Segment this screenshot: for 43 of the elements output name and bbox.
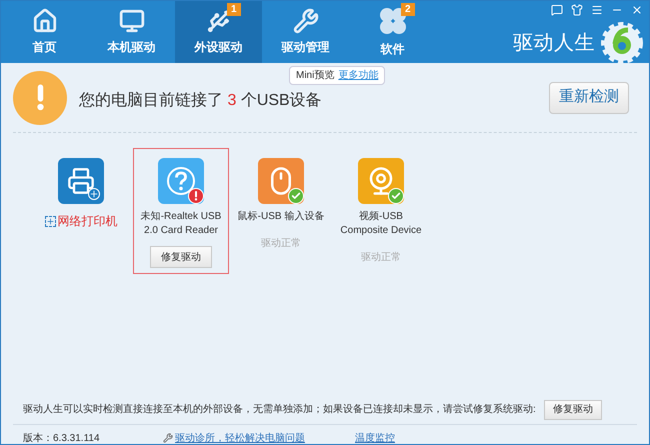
device-name: 未知-Realtek USB 2.0 Card Reader [140,210,222,238]
more-features-link[interactable]: 更多功能 [338,68,378,83]
usb-plug-icon [206,8,232,34]
add-icon[interactable] [44,216,56,226]
rescan-button[interactable]: 重新检测 [549,82,629,114]
mouse-icon[interactable] [258,158,304,204]
webcam-icon[interactable] [358,158,404,204]
version-text: 版本：6.3.31.114 [23,432,101,444]
feedback-icon[interactable] [551,4,563,16]
monitor-icon [118,8,144,34]
skin-icon[interactable] [571,4,583,16]
wrench-icon [163,433,173,443]
tools-icon [292,8,318,34]
selected-device-card[interactable]: 未知-Realtek USB 2.0 Card Reader 修复驱动 [133,148,229,274]
device-name: 视频-USB Composite Device [339,210,423,238]
menu-icon[interactable] [591,4,603,16]
nav-tab[interactable]: 驱动管理 [262,1,349,63]
device-card[interactable]: 鼠标-USB 输入设备 驱动正常 [233,148,329,274]
nav-tab[interactable]: 外设驱动 1 [175,1,262,63]
device-card[interactable]: 网络打印机 [33,148,129,274]
home-icon [32,8,58,34]
driver-status: 驱动正常 [261,236,301,251]
temperature-link[interactable]: 温度监控 [355,430,395,444]
device-name: 鼠标-USB 输入设备 [236,210,326,224]
nav-tab[interactable]: 软件 2 [349,1,436,63]
count-badge: 1 [227,3,241,16]
brand-name: 驱动人生 [513,31,595,56]
tooltip-text: Mini预览 [296,69,334,83]
repair-system-button[interactable]: 修复驱动 [544,400,602,420]
nav-tab[interactable]: 本机驱动 [88,1,175,63]
warning-icon [13,70,67,124]
driver-status: 驱动正常 [361,250,401,265]
printer-icon[interactable] [58,158,104,204]
question-icon[interactable] [158,158,204,204]
repair-button[interactable]: 修复驱动 [150,246,212,268]
clinic-link[interactable]: 驱动诊所，轻松解决电脑问题 [175,430,305,444]
alert-message: 您的电脑目前链接了 3 个USB设备 [79,90,322,110]
hint-text: 驱动人生可以实时检测直接连接至本机的外部设备，无需单独添加；如果设备已连接却未显示，请尝试修复系统驱动: [23,402,536,417]
close-icon[interactable] [631,4,643,16]
count-badge: 2 [401,3,415,16]
nav-tab[interactable]: 首页 [1,1,88,63]
add-printer-link[interactable]: 网络打印机 [58,212,118,230]
device-card[interactable]: 视频-USB Composite Device 驱动正常 [333,148,429,274]
